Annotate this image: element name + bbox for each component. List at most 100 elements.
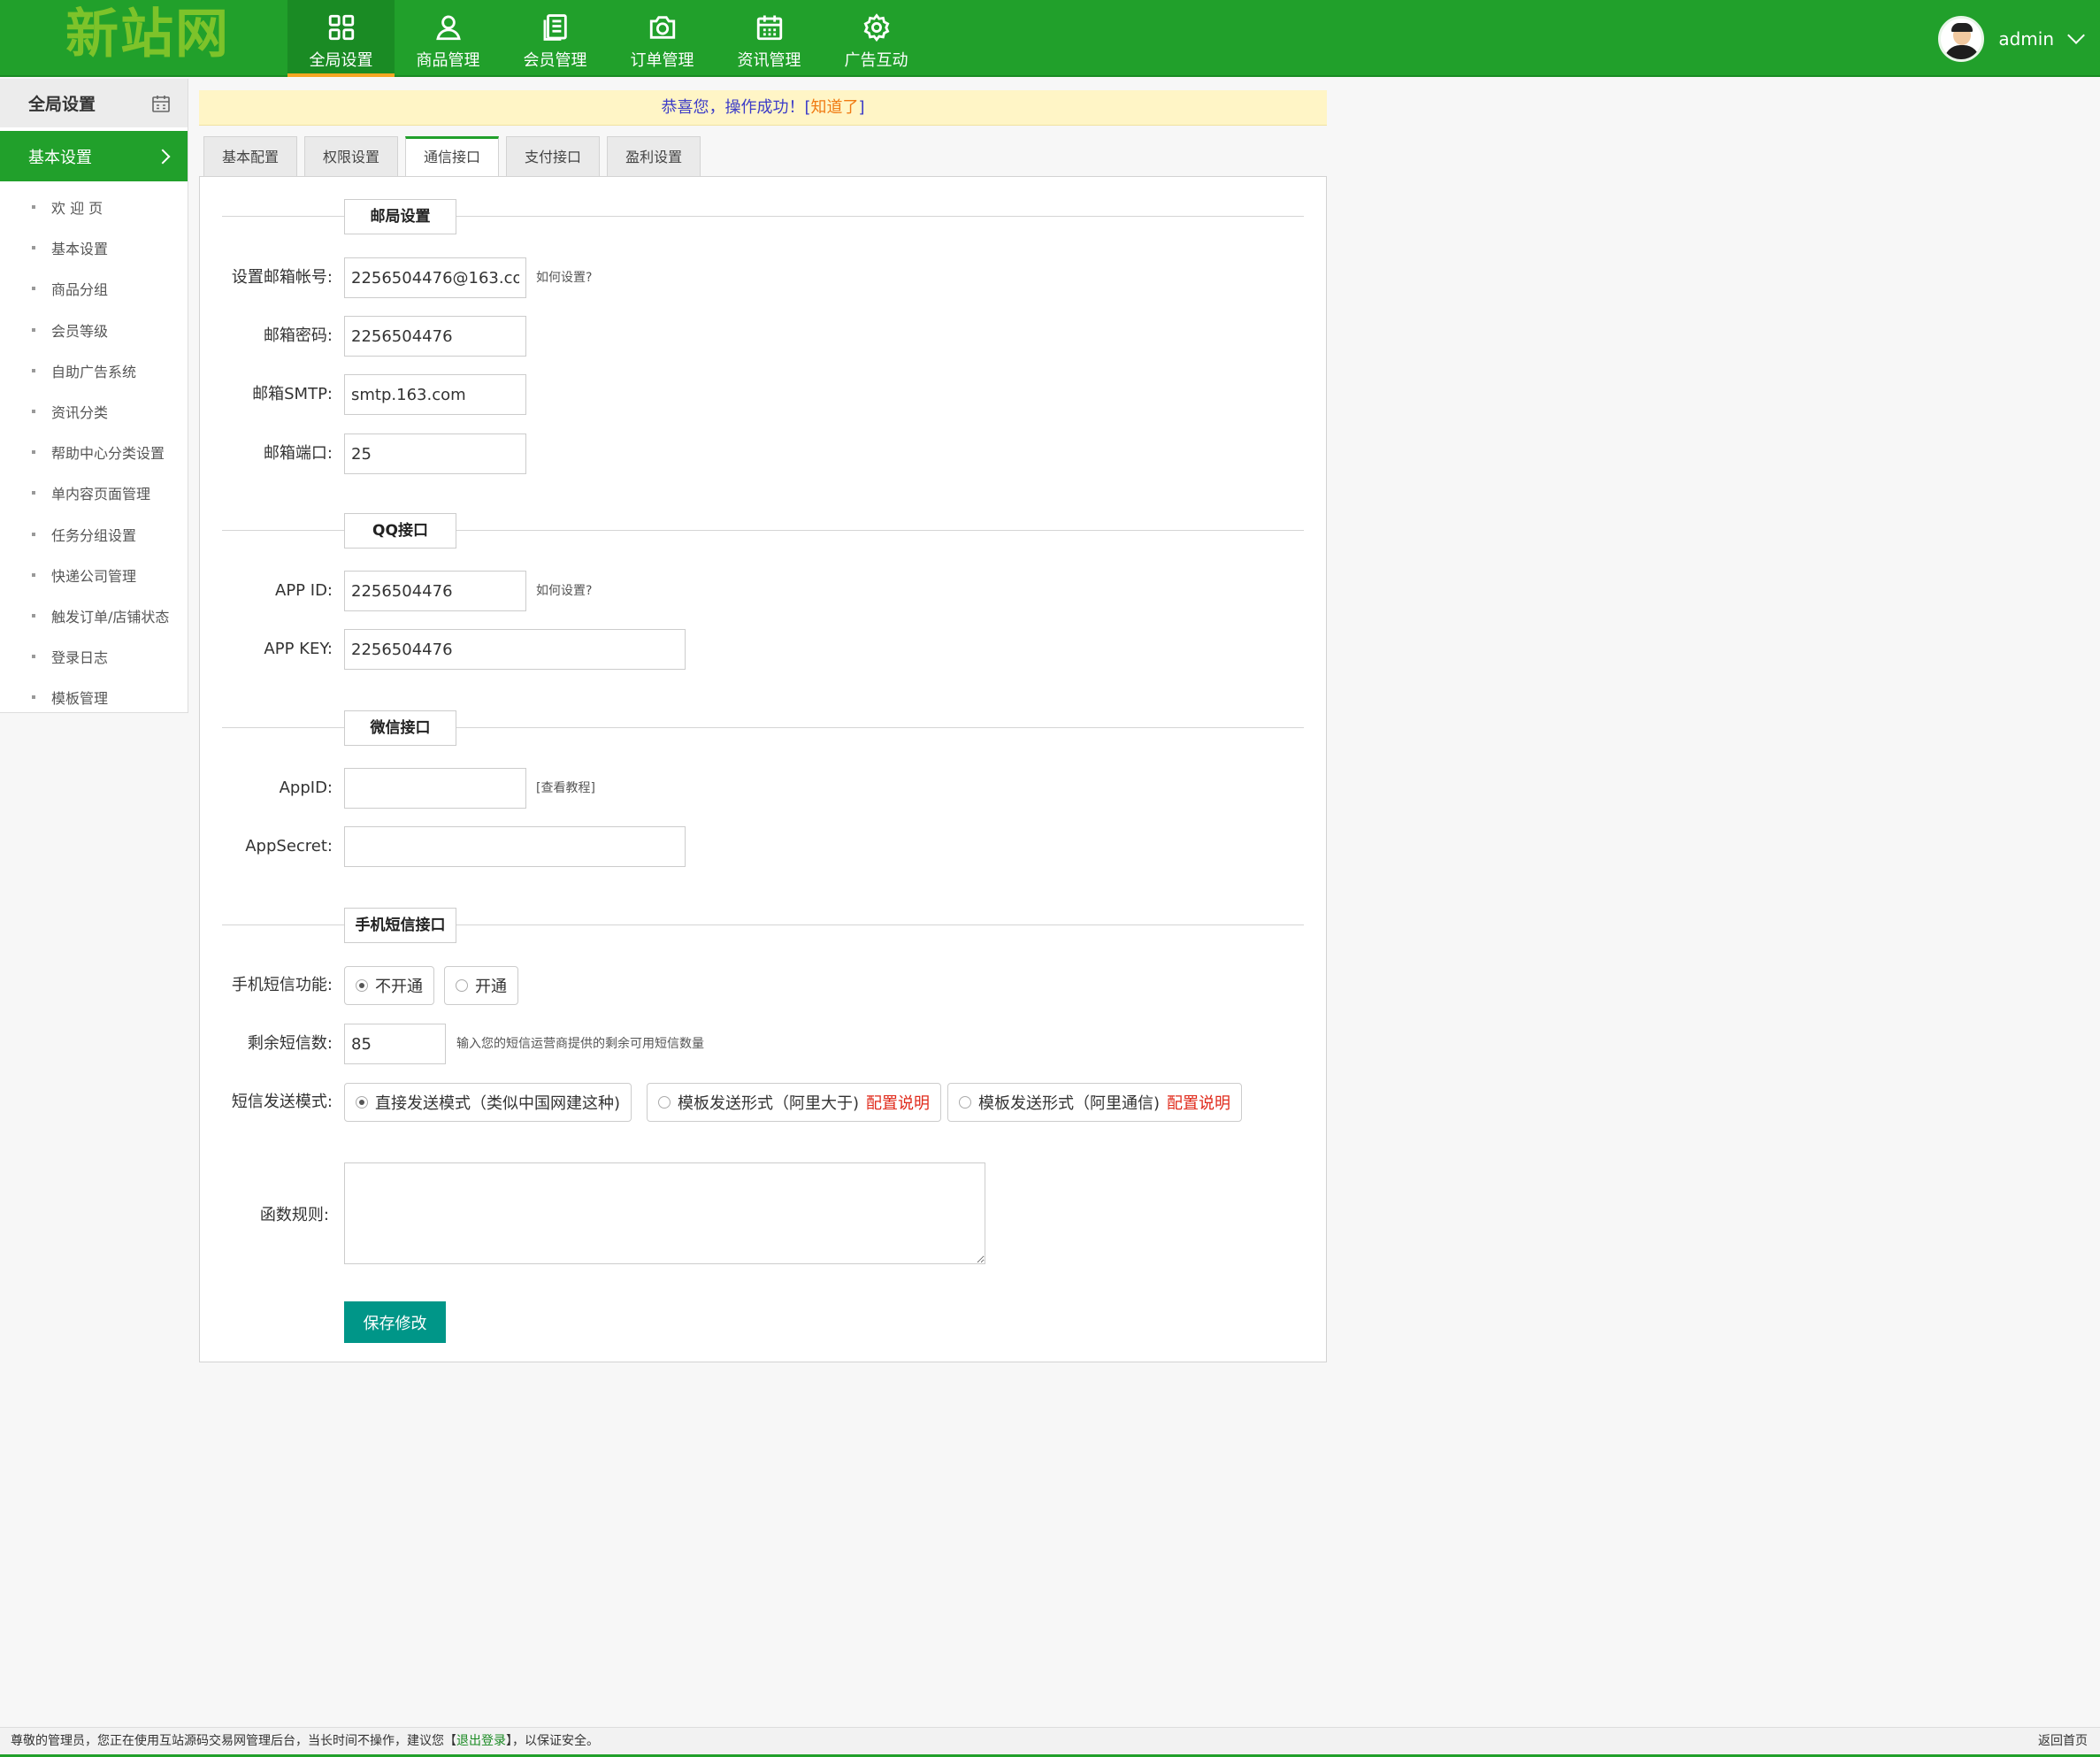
sms-function-label: 手机短信功能: bbox=[231, 976, 333, 994]
nav-member-management[interactable]: 会员管理 bbox=[502, 0, 609, 77]
sidebar-section-basic[interactable]: 基本设置 bbox=[0, 131, 188, 181]
mail-account-label: 设置邮箱帐号: bbox=[231, 268, 333, 287]
nav-ad-interaction[interactable]: 广告互动 bbox=[823, 0, 930, 77]
success-notice: 恭喜您，操作成功！[知道了] bbox=[199, 90, 1327, 126]
sidebar-item-login-log[interactable]: 登录日志 bbox=[0, 636, 188, 677]
notice-bracket-close: ] bbox=[858, 98, 865, 117]
sidebar-item-label: 单内容页面管理 bbox=[51, 486, 151, 503]
sidebar-item-welcome[interactable]: 欢 迎 页 bbox=[0, 187, 188, 227]
bullet-icon bbox=[32, 410, 35, 414]
tab-permissions[interactable]: 权限设置 bbox=[304, 136, 399, 176]
wechat-secret-input[interactable] bbox=[344, 826, 686, 867]
sms-off-radio[interactable]: 不开通 bbox=[344, 966, 434, 1005]
chevron-down-icon bbox=[2067, 26, 2085, 44]
qq-appkey-label: APP KEY: bbox=[264, 640, 333, 658]
logout-link[interactable]: 退出登录 bbox=[456, 1734, 506, 1748]
bullet-icon bbox=[32, 695, 35, 700]
config-guide-link[interactable]: 配置说明 bbox=[1167, 1091, 1230, 1114]
sidebar-item-member-levels[interactable]: 会员等级 bbox=[0, 310, 188, 350]
radio-checked-icon bbox=[356, 1096, 368, 1109]
notice-dismiss-link[interactable]: 知道了 bbox=[811, 98, 859, 117]
tab-basic-config[interactable]: 基本配置 bbox=[203, 136, 298, 176]
mail-account-input[interactable] bbox=[344, 257, 526, 298]
sidebar-item-label: 资讯分类 bbox=[51, 404, 109, 422]
mail-port-input[interactable] bbox=[344, 433, 526, 474]
mail-password-label: 邮箱密码: bbox=[263, 326, 333, 345]
settings-tabs: 基本配置 权限设置 通信接口 支付接口 盈利设置 bbox=[203, 136, 708, 177]
qq-appid-label: APP ID: bbox=[275, 581, 333, 600]
sms-rule-label: 函数规则: bbox=[259, 1206, 329, 1224]
bullet-icon bbox=[32, 246, 35, 250]
nav-label: 资讯管理 bbox=[737, 51, 801, 70]
radio-checked-icon bbox=[356, 979, 368, 992]
sms-rule-textarea[interactable] bbox=[344, 1162, 985, 1264]
sidebar-item-label: 会员等级 bbox=[51, 322, 109, 340]
sidebar-item-basic-settings[interactable]: 基本设置 bbox=[0, 227, 188, 268]
mail-password-input[interactable] bbox=[344, 316, 526, 357]
bullet-icon bbox=[32, 491, 35, 495]
grid-icon bbox=[328, 14, 354, 41]
mail-smtp-input[interactable] bbox=[344, 374, 526, 415]
sidebar-item-product-groups[interactable]: 商品分组 bbox=[0, 268, 188, 309]
sidebar-item-single-pages[interactable]: 单内容页面管理 bbox=[0, 472, 188, 513]
sms-remaining-label: 剩余短信数: bbox=[247, 1034, 333, 1053]
sidebar-item-trigger-status[interactable]: 触发订单/店铺状态 bbox=[0, 595, 188, 636]
nav-news-management[interactable]: 资讯管理 bbox=[716, 0, 823, 77]
bullet-icon bbox=[32, 205, 35, 210]
sidebar-item-label: 基本设置 bbox=[51, 241, 109, 258]
tab-profit[interactable]: 盈利设置 bbox=[607, 136, 701, 176]
bullet-icon bbox=[32, 532, 35, 536]
user-menu[interactable]: admin bbox=[1938, 0, 2085, 77]
back-home-link[interactable]: 返回首页 bbox=[2038, 1728, 2088, 1754]
footer-text: 尊敬的管理员，您正在使用互站源码交易网管理后台，当长时间不操作，建议您【 bbox=[11, 1734, 456, 1748]
sms-mode-direct-radio[interactable]: 直接发送模式（类似中国网建这种) bbox=[344, 1083, 632, 1122]
sidebar-item-help-categories[interactable]: 帮助中心分类设置 bbox=[0, 432, 188, 472]
nav-global-settings[interactable]: 全局设置 bbox=[287, 0, 395, 77]
mail-account-help-link[interactable]: 如何设置? bbox=[536, 257, 592, 298]
qq-appid-input[interactable] bbox=[344, 571, 526, 611]
top-bar: 新站网 全局设置 商品管理 会员管理 订单管理 资讯管理 广告互动 admin bbox=[0, 0, 2100, 77]
config-guide-link[interactable]: 配置说明 bbox=[866, 1091, 930, 1114]
bullet-icon bbox=[32, 613, 35, 618]
camera-icon bbox=[649, 16, 675, 39]
nav-label: 广告互动 bbox=[844, 51, 908, 70]
sidebar-item-label: 任务分组设置 bbox=[51, 526, 137, 544]
calendar-icon bbox=[152, 95, 170, 112]
site-logo[interactable]: 新站网 bbox=[65, 2, 230, 71]
radio-label: 开通 bbox=[475, 978, 507, 996]
nav-label: 会员管理 bbox=[523, 51, 587, 70]
nav-label: 订单管理 bbox=[630, 51, 694, 70]
tab-payment[interactable]: 支付接口 bbox=[506, 136, 601, 176]
footer: 尊敬的管理员，您正在使用互站源码交易网管理后台，当长时间不操作，建议您【退出登录… bbox=[0, 1727, 2100, 1757]
mail-smtp-label: 邮箱SMTP: bbox=[252, 385, 333, 403]
sms-remaining-input[interactable] bbox=[344, 1024, 446, 1064]
sidebar-item-task-groups[interactable]: 任务分组设置 bbox=[0, 514, 188, 555]
sidebar-item-news-categories[interactable]: 资讯分类 bbox=[0, 391, 188, 432]
main-nav: 全局设置 商品管理 会员管理 订单管理 资讯管理 广告互动 bbox=[287, 0, 930, 77]
sms-section-title: 手机短信接口 bbox=[344, 908, 456, 943]
bullet-icon bbox=[32, 450, 35, 455]
nav-order-management[interactable]: 订单管理 bbox=[609, 0, 716, 77]
bullet-icon bbox=[32, 368, 35, 372]
sidebar-item-label: 商品分组 bbox=[51, 281, 109, 299]
nav-product-management[interactable]: 商品管理 bbox=[395, 0, 502, 77]
sms-on-radio[interactable]: 开通 bbox=[444, 966, 518, 1005]
save-button[interactable]: 保存修改 bbox=[344, 1301, 446, 1343]
sidebar-item-label: 帮助中心分类设置 bbox=[51, 445, 165, 463]
tab-communication[interactable]: 通信接口 bbox=[405, 136, 500, 177]
bullet-icon bbox=[32, 572, 35, 577]
wechat-tutorial-link[interactable]: [查看教程] bbox=[536, 768, 595, 809]
sidebar-item-courier-companies[interactable]: 快递公司管理 bbox=[0, 555, 188, 595]
sidebar-title: 全局设置 bbox=[28, 95, 96, 114]
qq-help-link[interactable]: 如何设置? bbox=[536, 571, 592, 611]
sidebar-item-label: 欢 迎 页 bbox=[51, 200, 103, 218]
sms-mode-ali-radio[interactable]: 模板发送形式（阿里大于) 配置说明 bbox=[647, 1083, 942, 1122]
sidebar-item-self-ad-system[interactable]: 自助广告系统 bbox=[0, 350, 188, 391]
calendar-icon bbox=[756, 15, 782, 41]
sms-mode-alitong-radio[interactable]: 模板发送形式（阿里通信) 配置说明 bbox=[947, 1083, 1243, 1122]
list-icon bbox=[543, 14, 567, 41]
qq-appkey-input[interactable] bbox=[344, 629, 686, 670]
wechat-appid-input[interactable] bbox=[344, 768, 526, 809]
sidebar-item-templates[interactable]: 模板管理 bbox=[0, 677, 188, 717]
sidebar-item-label: 登录日志 bbox=[51, 649, 109, 667]
